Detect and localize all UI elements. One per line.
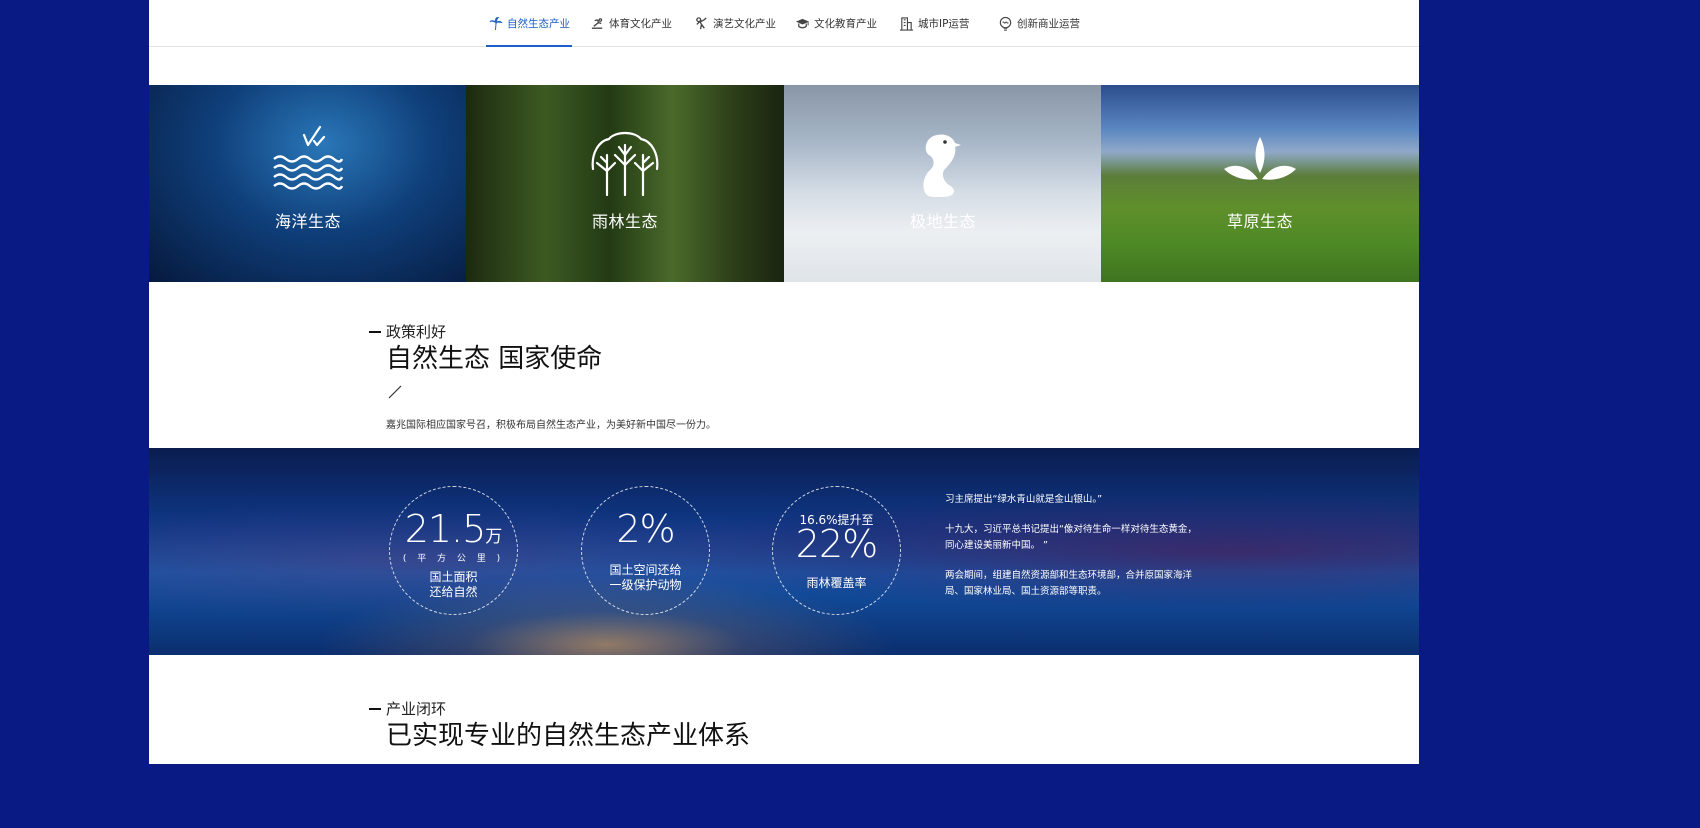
stat-value: 2% [616, 507, 675, 551]
quote: 十九大，习近平总书记提出“像对待生命一样对待生态黄金，同心建设美丽新中国。 ” [945, 524, 1197, 551]
industry-loop-section: 产业闭环 已实现专业的自然生态产业体系 [369, 699, 1069, 753]
nav-item-label: 自然生态产业 [507, 17, 570, 30]
section-headline: 自然生态 国家使命 [386, 344, 603, 374]
stat-unit: 万 [485, 527, 503, 547]
tile-grassland-ecology[interactable]: 草原生态 [1101, 85, 1419, 282]
quote: 两会期间，组建自然资源部和生态环境部，合并原国家海洋局、国家林业局、国土资源部等… [945, 570, 1193, 597]
tile-label: 草原生态 [1226, 212, 1293, 231]
section-headline: 已实现专业的自然生态产业体系 [386, 721, 751, 751]
stat-rainforest-coverage: 16.6%提升至 22% 雨林覆盖率 [772, 486, 901, 615]
stat-protected-space: 2% 国土空间还给 一级保护动物 [581, 486, 710, 615]
performer-icon [696, 16, 707, 29]
stat-sub: ( 平 方 公 里 ) [402, 554, 505, 564]
policy-quotes: 习主席提出“绿水青山就是金山银山。” 十九大，习近平总书记提出“像对待生命一样对… [945, 492, 1205, 614]
nav-item-cultural-education[interactable]: 文化教育产业 [795, 0, 877, 46]
nav-item-label: 体育文化产业 [609, 17, 672, 30]
stats-band: 21.5万 ( 平 方 公 里 ) 国土面积 还给自然 2% 国土空间还给 一级… [149, 448, 1419, 655]
nav-item-city-ip[interactable]: 城市IP运营 [899, 0, 969, 46]
nav-item-innovative-business[interactable]: 创新商业运营 [998, 0, 1080, 46]
waves-birds-icon [273, 125, 344, 190]
tile-label: 海洋生态 [274, 212, 341, 231]
nav-item-natural-ecology[interactable]: 自然生态产业 [486, 0, 572, 47]
nav-item-sports-culture[interactable]: 体育文化产业 [590, 0, 672, 46]
section-kicker: 政策利好 [369, 322, 1069, 342]
section-kicker: 产业闭环 [369, 699, 1069, 719]
stat-caption-line2: 一级保护动物 [609, 578, 682, 592]
lightbulb-icon [999, 16, 1012, 31]
trees-icon [591, 131, 659, 197]
section-blurb: 嘉兆国际相应国家号召，积极布局自然生态产业，为美好新中国尽一份力。 [386, 420, 716, 431]
stat-value-wrap: 21.5万 [390, 507, 517, 551]
stat-value: 21.5 [404, 507, 487, 551]
stat-caption-line1: 国土面积 [429, 570, 478, 584]
nav-item-label: 城市IP运营 [918, 17, 970, 30]
quote: 习主席提出“绿水青山就是金山银山。” [945, 494, 1103, 505]
stat-land-area: 21.5万 ( 平 方 公 里 ) 国土面积 还给自然 [389, 486, 518, 615]
tile-rainforest-ecology[interactable]: 雨林生态 [466, 85, 784, 282]
grass-leaves-icon [1224, 137, 1296, 180]
tile-label: 极地生态 [909, 212, 976, 231]
policy-section: 政策利好 自然生态 国家使命 [369, 322, 1069, 376]
penguin-icon [923, 134, 961, 197]
tile-polar-ecology[interactable]: 极地生态 [784, 85, 1102, 282]
stat-value: 22% [795, 522, 878, 566]
tile-label: 雨林生态 [591, 212, 658, 231]
category-nav: 自然生态产业 体育文化产业 演艺文化产业 文化教育产业 城市IP运营 创新商业运… [149, 0, 1419, 47]
page-content: 自然生态产业 体育文化产业 演艺文化产业 文化教育产业 城市IP运营 创新商业运… [149, 0, 1419, 764]
nav-item-performing-arts[interactable]: 演艺文化产业 [694, 0, 776, 46]
nav-item-label: 演艺文化产业 [713, 17, 776, 30]
graduation-cap-icon [795, 18, 810, 28]
palm-tree-icon [489, 16, 503, 30]
nav-item-label: 创新商业运营 [1017, 17, 1080, 30]
stat-caption-line1: 雨林覆盖率 [806, 576, 867, 590]
slash-divider [388, 385, 402, 399]
ecology-tiles: 海洋生态 雨林生态 极地生态 草原生态 [149, 85, 1419, 282]
building-icon [899, 16, 914, 31]
runner-icon [591, 17, 603, 29]
tile-ocean-ecology[interactable]: 海洋生态 [149, 85, 467, 282]
nav-item-label: 文化教育产业 [814, 17, 877, 30]
stat-caption-line1: 国土空间还给 [609, 563, 682, 577]
stat-caption-line2: 还给自然 [429, 585, 478, 599]
